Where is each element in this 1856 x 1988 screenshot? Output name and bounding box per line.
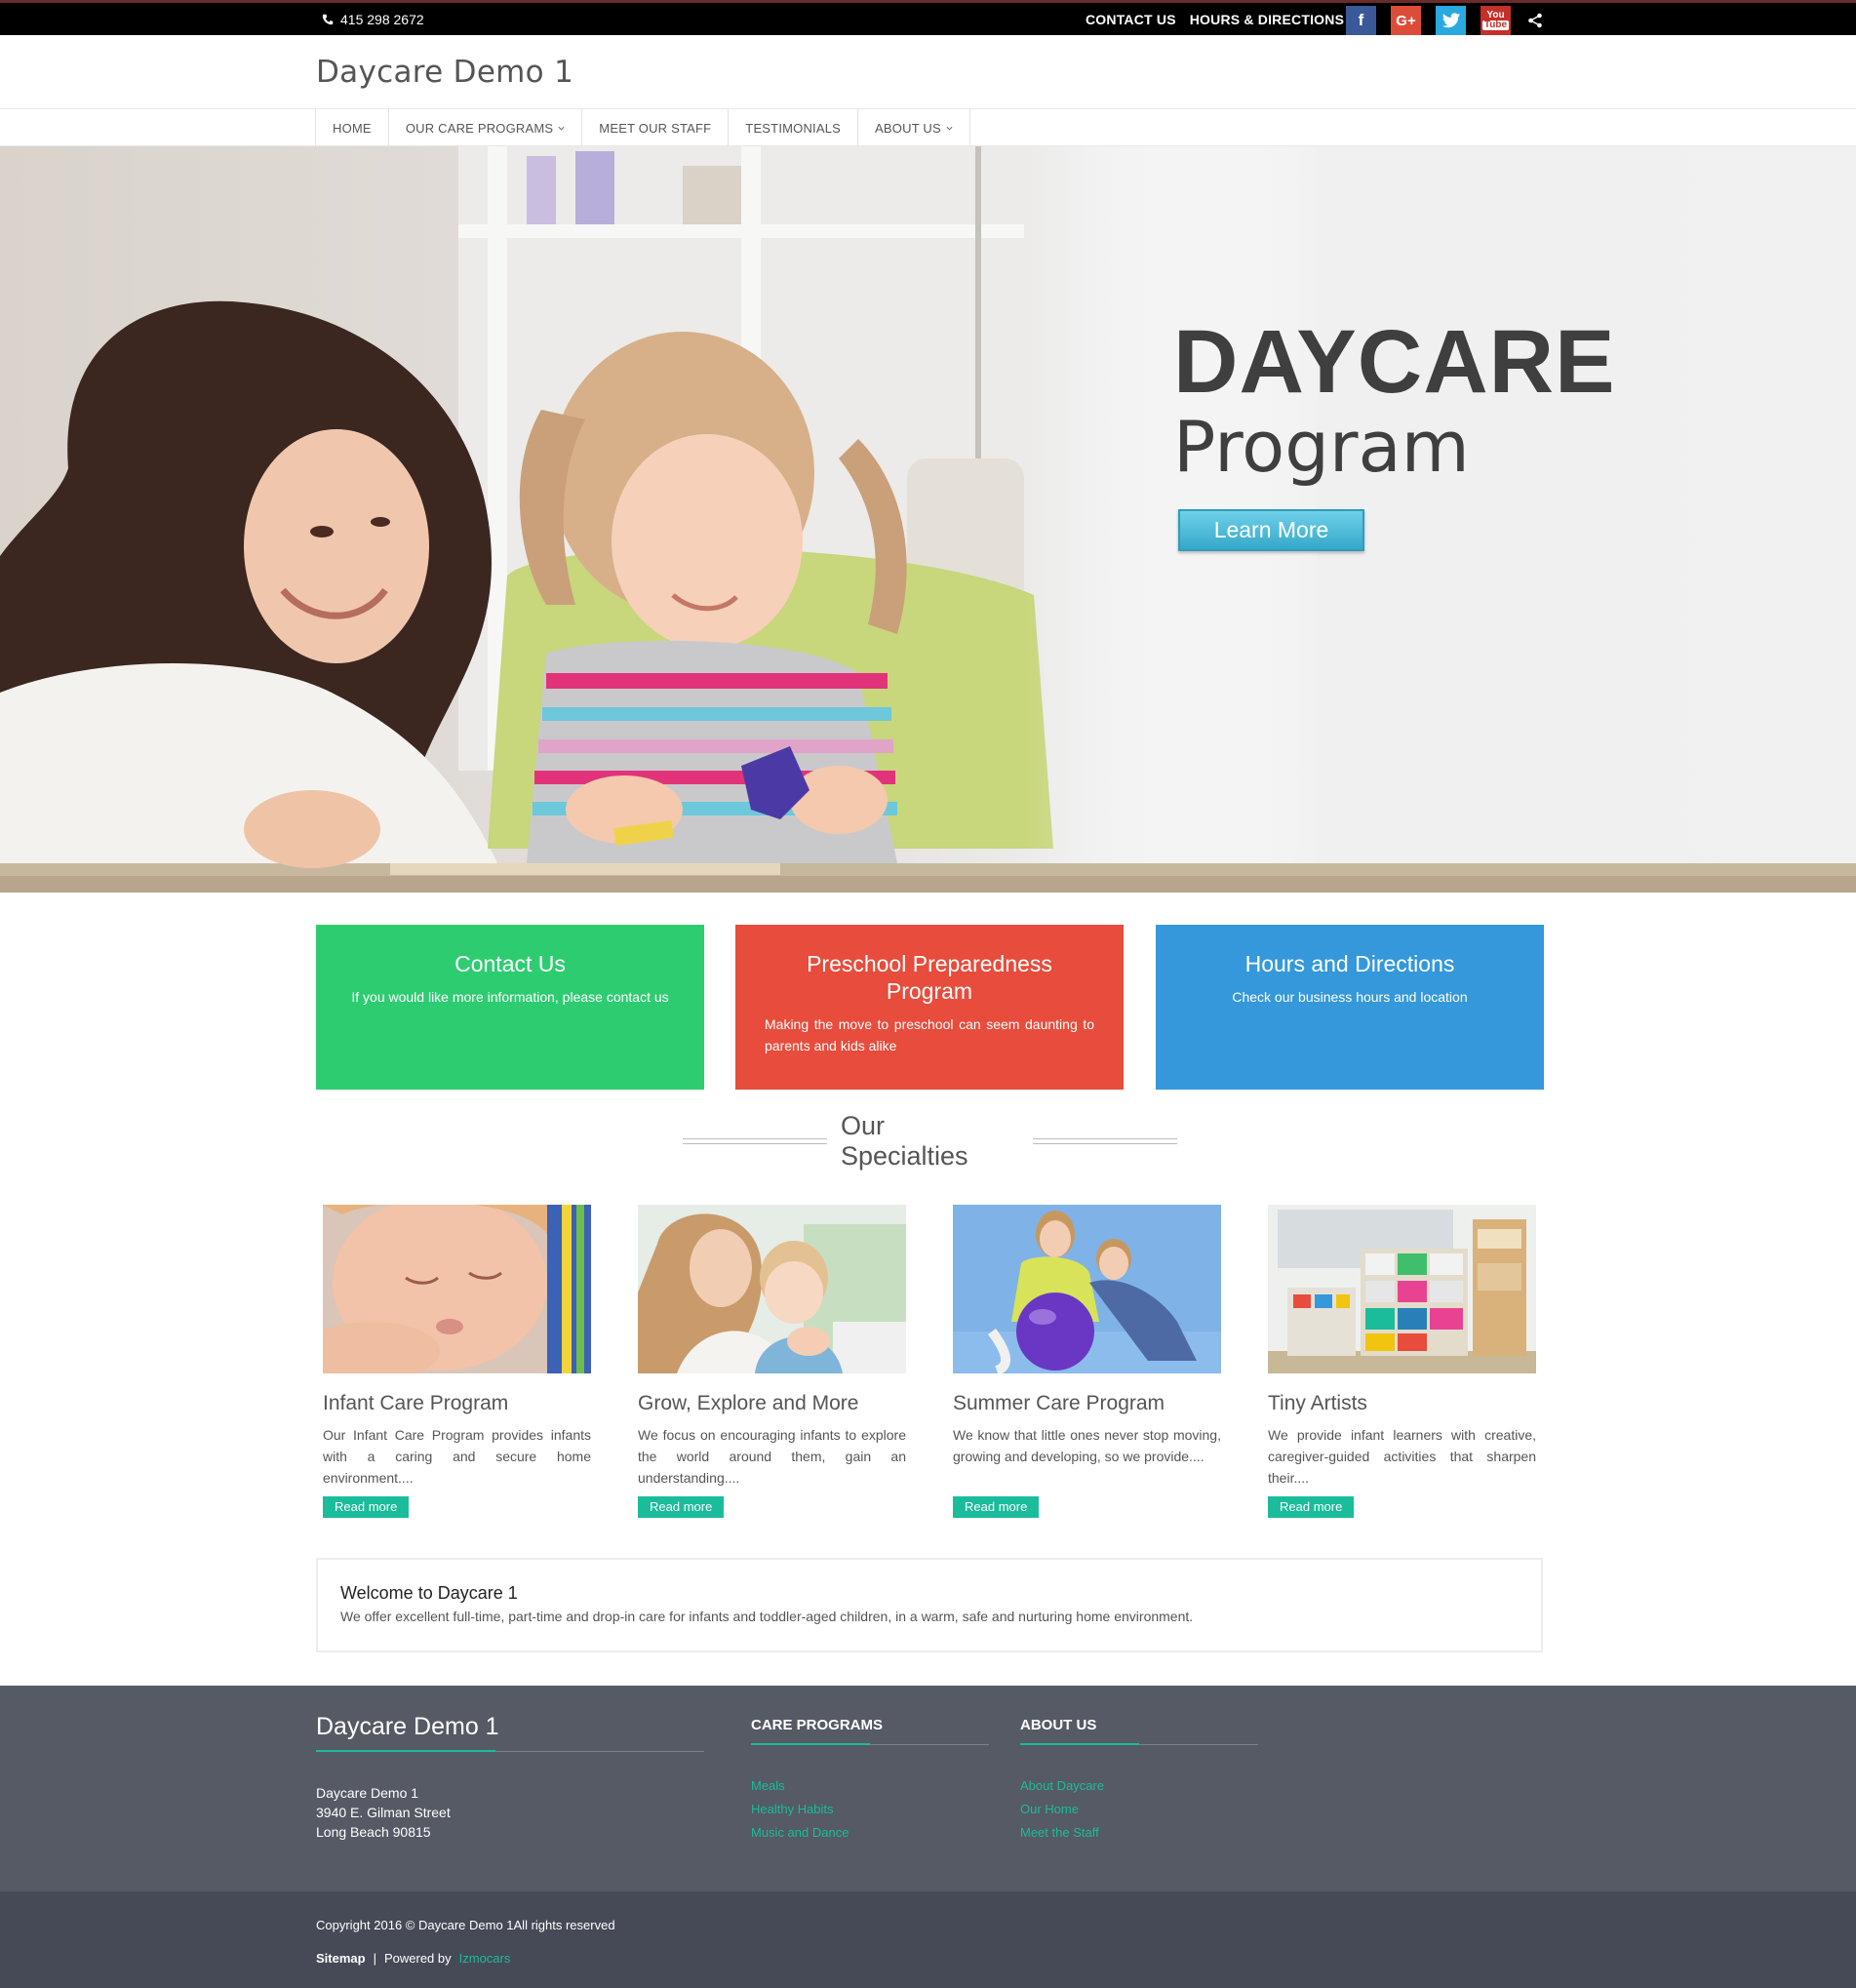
feature-text: If you would like more information, plea… <box>351 989 669 1005</box>
google-plus-icon[interactable]: G+ <box>1391 6 1421 35</box>
specialty-card: Tiny Artists We provide infant learners … <box>1268 1205 1536 1518</box>
read-more-button[interactable]: Read more <box>323 1496 410 1518</box>
specialty-title[interactable]: Summer Care Program <box>953 1392 1221 1415</box>
specialties-heading: Our Specialties <box>683 1111 1177 1171</box>
footer-divider <box>316 1750 704 1752</box>
feature-hours-directions[interactable]: Hours and Directions Check our business … <box>1156 925 1544 1090</box>
twitter-icon[interactable] <box>1436 6 1466 35</box>
phone-icon <box>322 14 334 25</box>
read-more-button[interactable]: Read more <box>1268 1496 1355 1518</box>
address-line: 3940 E. Gilman Street <box>316 1805 451 1820</box>
address-line: Long Beach 90815 <box>316 1824 431 1840</box>
footer-about-heading: ABOUT US <box>1020 1717 1097 1733</box>
hours-directions-link[interactable]: HOURS & DIRECTIONS <box>1190 12 1344 27</box>
nav-staff-label: MEET OUR STAFF <box>599 120 712 136</box>
footer-link-about-daycare[interactable]: About Daycare <box>1020 1774 1258 1798</box>
footer-divider <box>751 1743 989 1745</box>
top-bar: 415 298 2672 CONTACT US HOURS & DIRECTIO… <box>0 0 1856 35</box>
read-more-button[interactable]: Read more <box>953 1496 1040 1518</box>
share-icon[interactable] <box>1525 6 1545 35</box>
footer-about-us: ABOUT US About Daycare Our Home Meet the… <box>1020 1717 1258 1845</box>
nav-testimonials[interactable]: TESTIMONIALS <box>729 109 859 146</box>
feature-title: Preschool Preparedness Program <box>807 951 1052 1004</box>
footer-care-programs-heading: CARE PROGRAMS <box>751 1717 884 1733</box>
powered-by-label: Powered by <box>383 1951 452 1966</box>
nav-home-label: HOME <box>333 120 372 136</box>
youtube-tube-text: Tube <box>1481 20 1510 30</box>
footer-link-meals[interactable]: Meals <box>751 1774 989 1798</box>
feature-title: Contact Us <box>454 951 566 976</box>
nav-meet-our-staff[interactable]: MEET OUR STAFF <box>582 109 730 146</box>
footer-brand: Daycare Demo 1 Daycare Demo 1 3940 E. Gi… <box>316 1713 704 1842</box>
nav-about-label: ABOUT US <box>875 120 941 136</box>
hero-subtitle: Program <box>1173 406 1470 488</box>
specialty-title[interactable]: Grow, Explore and More <box>638 1392 906 1415</box>
welcome-title: Welcome to Daycare 1 <box>340 1583 518 1603</box>
bottom-links: Sitemap | Powered by Izmocars <box>316 1951 510 1966</box>
sitemap-link[interactable]: Sitemap <box>316 1951 366 1966</box>
feature-contact-us[interactable]: Contact Us If you would like more inform… <box>316 925 704 1090</box>
footer-brand-title: Daycare Demo 1 <box>316 1713 499 1740</box>
specialty-text: We know that little ones never stop movi… <box>953 1427 1221 1464</box>
summer-program-image[interactable] <box>953 1205 1221 1375</box>
contact-us-link[interactable]: CONTACT US <box>1086 12 1176 27</box>
footer-link-healthy-habits[interactable]: Healthy Habits <box>751 1798 989 1821</box>
nav-care-programs[interactable]: OUR CARE PROGRAMS <box>389 109 583 146</box>
specialty-text: We focus on encouraging infants to explo… <box>638 1427 906 1486</box>
footer-link-our-home[interactable]: Our Home <box>1020 1798 1258 1821</box>
infant-sleeping-image[interactable] <box>303 1195 591 1380</box>
heading-divider <box>683 1138 827 1144</box>
specialties-title: Our Specialties <box>840 1111 968 1171</box>
hero-banner: DAYCARE Program Learn More <box>0 146 1856 893</box>
specialty-text: We provide infant learners with creative… <box>1268 1427 1536 1486</box>
feature-text: Check our business hours and location <box>1232 989 1468 1005</box>
footer-link-music-dance[interactable]: Music and Dance <box>751 1821 989 1845</box>
welcome-panel: Welcome to Daycare 1 We offer excellent … <box>316 1558 1543 1652</box>
footer-care-programs: CARE PROGRAMS Meals Healthy Habits Music… <box>751 1717 989 1845</box>
footer-link-meet-staff[interactable]: Meet the Staff <box>1020 1821 1258 1845</box>
specialty-title[interactable]: Tiny Artists <box>1268 1392 1536 1415</box>
nav-testimonials-label: TESTIMONIALS <box>745 120 842 136</box>
footer-address: Daycare Demo 1 3940 E. Gilman Street Lon… <box>316 1783 704 1842</box>
main-nav: HOME OUR CARE PROGRAMS MEET OUR STAFF TE… <box>0 108 1856 146</box>
specialty-title[interactable]: Infant Care Program <box>323 1392 591 1415</box>
hero-photo <box>0 146 1856 893</box>
mother-child-image[interactable] <box>638 1205 906 1373</box>
feature-preschool-program[interactable]: Preschool Preparedness Program Making th… <box>735 925 1124 1090</box>
separator: | <box>373 1951 376 1966</box>
youtube-icon[interactable]: You Tube <box>1481 6 1511 35</box>
footer: Daycare Demo 1 Daycare Demo 1 3940 E. Gi… <box>0 1686 1856 1891</box>
nav-care-programs-label: OUR CARE PROGRAMS <box>405 120 554 136</box>
specialty-text: Our Infant Care Program provides infants… <box>323 1427 591 1486</box>
specialty-card: Infant Care Program Our Infant Care Prog… <box>303 1195 591 1518</box>
powered-by-link[interactable]: Izmocars <box>459 1951 511 1966</box>
nav-home[interactable]: HOME <box>316 109 389 146</box>
classroom-image[interactable] <box>1268 1205 1536 1373</box>
learn-more-button[interactable]: Learn More <box>1178 509 1364 551</box>
facebook-icon[interactable]: f <box>1346 6 1376 35</box>
welcome-text: We offer excellent full-time, part-time … <box>340 1609 1194 1624</box>
copyright-text: Copyright 2016 © Daycare Demo 1All right… <box>316 1918 615 1932</box>
phone-text: 415 298 2672 <box>340 12 424 27</box>
hero-title: DAYCARE <box>1173 312 1616 412</box>
heading-divider <box>1033 1138 1177 1144</box>
nav-about-us[interactable]: ABOUT US <box>858 109 970 146</box>
chevron-down-icon <box>946 126 953 131</box>
feature-text: Making the move to preschool can seem da… <box>765 1016 1094 1054</box>
chevron-down-icon <box>558 126 565 131</box>
specialty-card: Grow, Explore and More We focus on encou… <box>638 1205 906 1518</box>
bottom-bar: Copyright 2016 © Daycare Demo 1All right… <box>0 1891 1856 1988</box>
footer-divider <box>1020 1743 1258 1745</box>
specialty-card: Summer Care Program We know that little … <box>953 1205 1221 1518</box>
address-line: Daycare Demo 1 <box>316 1785 419 1801</box>
feature-title: Hours and Directions <box>1244 951 1455 976</box>
phone-number[interactable]: 415 298 2672 <box>322 12 424 27</box>
site-title[interactable]: Daycare Demo 1 <box>316 55 573 90</box>
read-more-button[interactable]: Read more <box>638 1496 725 1518</box>
